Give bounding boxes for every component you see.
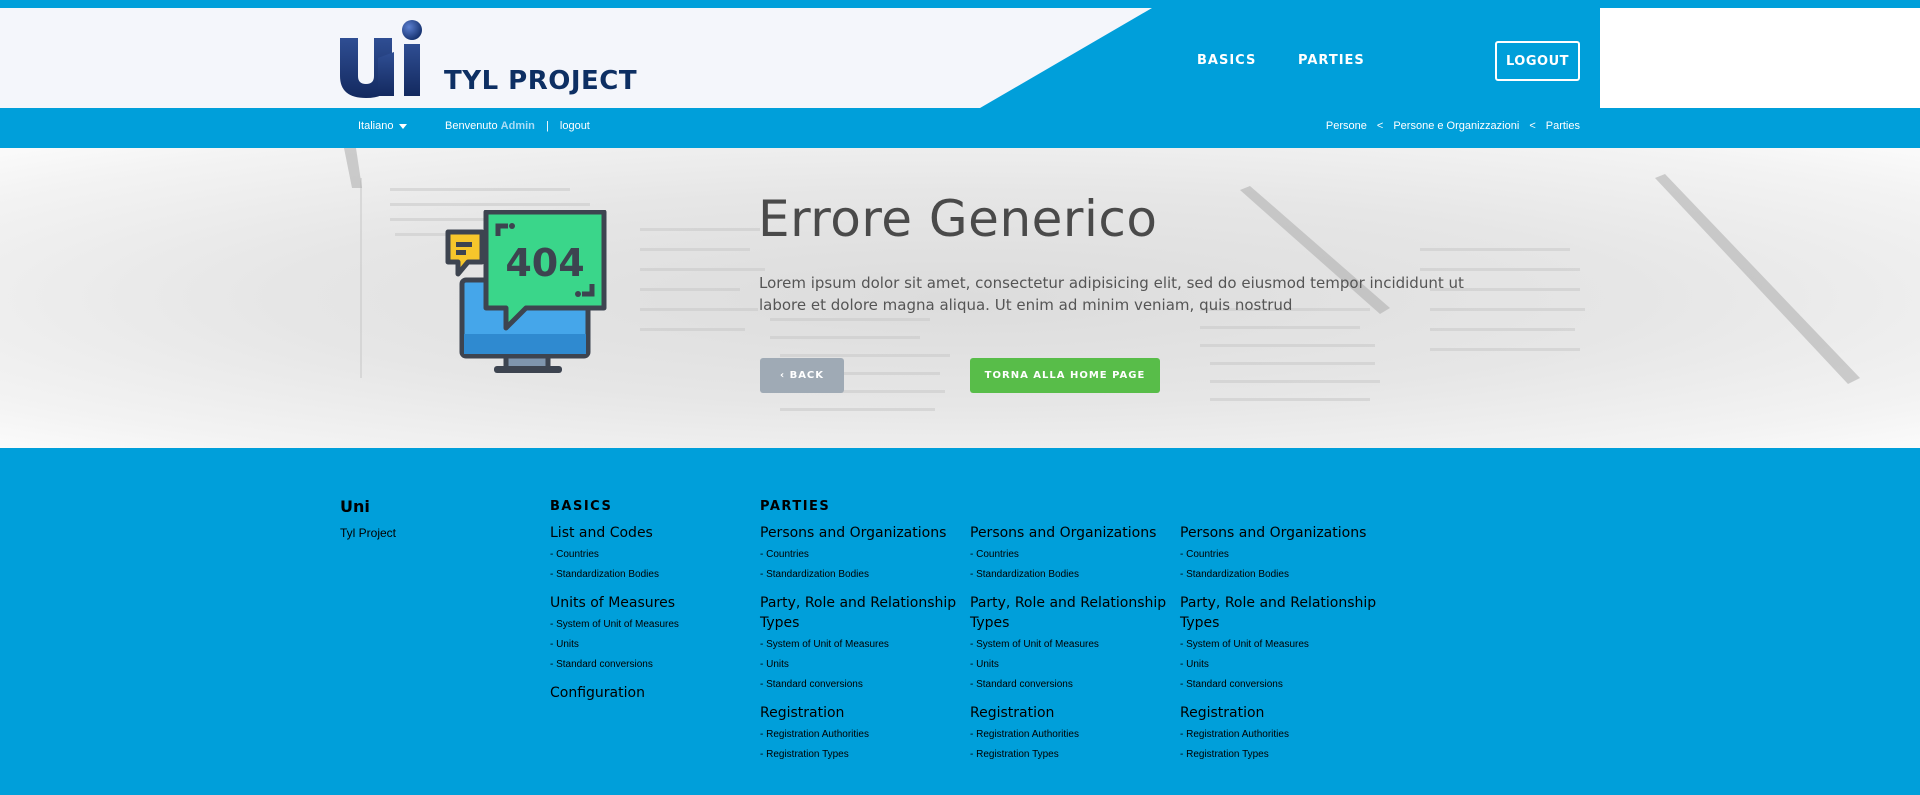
- footer-column-heading: BASICS: [550, 499, 613, 514]
- footer-column-heading: PARTIES: [760, 499, 831, 514]
- breadcrumb-item-persone-organizzazioni[interactable]: Persone e Organizzazioni: [1393, 120, 1519, 132]
- footer-column-basics: BASICS List and Codes - Countries - Stan…: [550, 499, 750, 711]
- footer-link[interactable]: - System of Unit of Measures: [550, 615, 750, 635]
- footer-group-title[interactable]: Configuration: [550, 683, 750, 703]
- header-right-panel: [1600, 8, 1920, 108]
- illustration-404-text: 404: [505, 241, 584, 285]
- sub-bar: [0, 108, 1920, 148]
- footer-group-title[interactable]: Party, Role and Relationship Types: [1180, 593, 1380, 633]
- footer-group-title[interactable]: Registration: [1180, 703, 1380, 723]
- footer-link[interactable]: - System of Unit of Measures: [970, 635, 1170, 655]
- welcome-separator: |: [545, 120, 549, 132]
- footer-link[interactable]: - Standard conversions: [760, 675, 960, 695]
- nav-parties[interactable]: PARTIES: [1298, 53, 1365, 68]
- footer-link[interactable]: - Units: [970, 655, 1170, 675]
- footer-group-title[interactable]: Party, Role and Relationship Types: [970, 593, 1170, 633]
- footer-link[interactable]: - Standardization Bodies: [550, 565, 750, 585]
- footer-group-title[interactable]: Persons and Organizations: [1180, 523, 1380, 543]
- home-page-button[interactable]: TORNA ALLA HOME PAGE: [970, 358, 1160, 393]
- footer-group: Persons and Organizations - Countries - …: [1180, 523, 1380, 585]
- breadcrumb-item-parties: Parties: [1545, 120, 1580, 132]
- footer-group: Configuration: [550, 683, 750, 703]
- logout-link[interactable]: logout: [560, 120, 590, 132]
- logo-text[interactable]: TYL PROJECT: [444, 68, 637, 94]
- footer-column-parties-2: Persons and Organizations - Countries - …: [970, 499, 1170, 773]
- breadcrumb: Persone < Persone e Organizzazioni < Parties: [1326, 120, 1580, 132]
- footer-group: Party, Role and Relationship Types - Sys…: [970, 593, 1170, 695]
- footer-group: Units of Measures - System of Unit of Me…: [550, 593, 750, 675]
- logout-button[interactable]: LOGOUT: [1495, 41, 1580, 81]
- dropdown-caret-icon: [399, 123, 408, 129]
- footer-link[interactable]: - Units: [550, 635, 750, 655]
- footer-link[interactable]: - Standard conversions: [970, 675, 1170, 695]
- breadcrumb-separator: <: [1529, 120, 1536, 132]
- monitor-404-illustration: 404: [445, 210, 607, 373]
- footer-group-title[interactable]: List and Codes: [550, 523, 750, 543]
- welcome-label: Benvenuto: [445, 120, 498, 132]
- footer-link[interactable]: - Registration Authorities: [1180, 725, 1380, 745]
- nav-basics[interactable]: BASICS: [1197, 53, 1256, 68]
- footer-link[interactable]: - Standard conversions: [1180, 675, 1380, 695]
- error-description: Lorem ipsum dolor sit amet, consectetur …: [759, 274, 1464, 314]
- footer-column-parties: PARTIES Persons and Organizations - Coun…: [760, 499, 960, 773]
- back-button[interactable]: ‹ BACK: [760, 358, 844, 393]
- footer-group-title[interactable]: Units of Measures: [550, 593, 750, 613]
- logo-mark-icon[interactable]: [338, 18, 428, 98]
- footer-link[interactable]: - Registration Types: [970, 745, 1170, 765]
- footer-link[interactable]: - Units: [760, 655, 960, 675]
- footer-group-title[interactable]: Registration: [970, 703, 1170, 723]
- footer-link[interactable]: - Standardization Bodies: [1180, 565, 1380, 585]
- footer-link[interactable]: - System of Unit of Measures: [760, 635, 960, 655]
- footer-link[interactable]: - Countries: [550, 545, 750, 565]
- footer-link[interactable]: - Countries: [970, 545, 1170, 565]
- footer-link[interactable]: - Registration Authorities: [970, 725, 1170, 745]
- footer-link[interactable]: - Countries: [760, 545, 960, 565]
- language-label: Italiano: [358, 120, 394, 132]
- footer-group-title[interactable]: Party, Role and Relationship Types: [760, 593, 960, 633]
- footer-group-title[interactable]: Registration: [760, 703, 960, 723]
- footer-column-parties-3: Persons and Organizations - Countries - …: [1180, 499, 1380, 773]
- error-title: Errore Generico: [758, 190, 1158, 248]
- footer-group: Persons and Organizations - Countries - …: [970, 523, 1170, 585]
- footer-link[interactable]: - Standardization Bodies: [760, 565, 960, 585]
- footer-link[interactable]: - Countries: [1180, 545, 1380, 565]
- breadcrumb-separator: <: [1376, 120, 1384, 132]
- footer: [0, 448, 1920, 795]
- footer-brand: Uni: [340, 497, 370, 516]
- welcome-text: Benvenuto Admin | logout: [445, 120, 590, 132]
- footer-link[interactable]: - Units: [1180, 655, 1380, 675]
- footer-link[interactable]: - Registration Types: [1180, 745, 1380, 765]
- footer-group-title[interactable]: Persons and Organizations: [760, 523, 960, 543]
- footer-group: Party, Role and Relationship Types - Sys…: [1180, 593, 1380, 695]
- top-strip: [0, 0, 1920, 8]
- footer-group-title[interactable]: Persons and Organizations: [970, 523, 1170, 543]
- breadcrumb-item-persone[interactable]: Persone: [1326, 120, 1367, 132]
- footer-group: Registration - Registration Authorities …: [760, 703, 960, 765]
- footer-link[interactable]: - System of Unit of Measures: [1180, 635, 1380, 655]
- footer-brand-sub: Tyl Project: [340, 526, 397, 540]
- footer-group: Party, Role and Relationship Types - Sys…: [760, 593, 960, 695]
- footer-group: Registration - Registration Authorities …: [1180, 703, 1380, 765]
- footer-group: List and Codes - Countries - Standardiza…: [550, 523, 750, 585]
- language-selector[interactable]: Italiano: [358, 120, 408, 132]
- user-name: Admin: [500, 120, 535, 132]
- footer-link[interactable]: - Registration Types: [760, 745, 960, 765]
- footer-group: Registration - Registration Authorities …: [970, 703, 1170, 765]
- footer-link[interactable]: - Standardization Bodies: [970, 565, 1170, 585]
- footer-link[interactable]: - Standard conversions: [550, 655, 750, 675]
- footer-group: Persons and Organizations - Countries - …: [760, 523, 960, 585]
- footer-link[interactable]: - Registration Authorities: [760, 725, 960, 745]
